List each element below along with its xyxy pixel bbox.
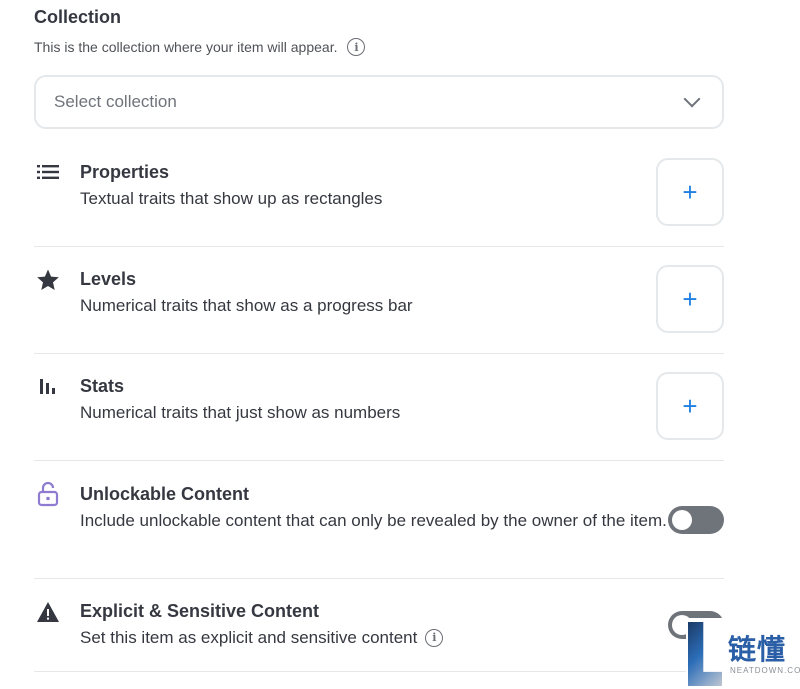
collection-select-placeholder: Select collection xyxy=(54,92,177,111)
stats-description: Numerical traits that just show as numbe… xyxy=(80,403,401,422)
unlock-icon xyxy=(34,480,62,508)
collection-select[interactable]: Select collection xyxy=(34,75,724,129)
levels-description: Numerical traits that show as a progress… xyxy=(80,296,413,315)
stats-section: Stats Numerical traits that just show as… xyxy=(34,372,724,461)
warning-icon xyxy=(34,598,62,626)
chevron-down-icon xyxy=(683,90,701,108)
collection-subtitle-row: This is the collection where your item w… xyxy=(34,38,366,56)
unlockable-content-section: Unlockable Content Include unlockable co… xyxy=(34,480,724,579)
properties-description: Textual traits that show up as rectangle… xyxy=(80,189,383,208)
info-icon[interactable]: i xyxy=(347,38,366,56)
watermark-text-en: NEATDOWN.COM xyxy=(730,666,800,675)
levels-title: Levels xyxy=(80,269,137,289)
watermark-logo: 链懂 NEATDOWN.COM xyxy=(686,618,800,689)
explicit-description-row: Set this item as explicit and sensitive … xyxy=(80,625,444,651)
explicit-description: Set this item as explicit and sensitive … xyxy=(80,628,418,647)
levels-section: Levels Numerical traits that show as a p… xyxy=(34,265,724,354)
unlockable-title: Unlockable Content xyxy=(80,484,250,504)
watermark-logo-mark xyxy=(688,622,722,686)
unlockable-toggle[interactable] xyxy=(668,506,724,534)
star-icon xyxy=(34,266,62,294)
info-icon[interactable]: i xyxy=(425,629,444,647)
watermark-text-cn: 链懂 xyxy=(728,633,787,666)
properties-section: Properties Textual traits that show up a… xyxy=(34,158,724,247)
add-levels-button[interactable]: + xyxy=(656,265,724,333)
explicit-title: Explicit & Sensitive Content xyxy=(80,601,320,621)
explicit-content-section: Explicit & Sensitive Content Set this it… xyxy=(34,597,724,672)
properties-title: Properties xyxy=(80,162,170,182)
toggle-knob xyxy=(672,510,692,530)
add-stats-button[interactable]: + xyxy=(656,372,724,440)
add-properties-button[interactable]: + xyxy=(656,158,724,226)
collection-subtitle: This is the collection where your item w… xyxy=(34,39,338,55)
collection-title: Collection xyxy=(34,7,122,27)
list-icon xyxy=(34,158,62,186)
bar-chart-icon xyxy=(34,372,62,400)
unlockable-description: Include unlockable content that can only… xyxy=(80,511,667,530)
stats-title: Stats xyxy=(80,376,125,396)
